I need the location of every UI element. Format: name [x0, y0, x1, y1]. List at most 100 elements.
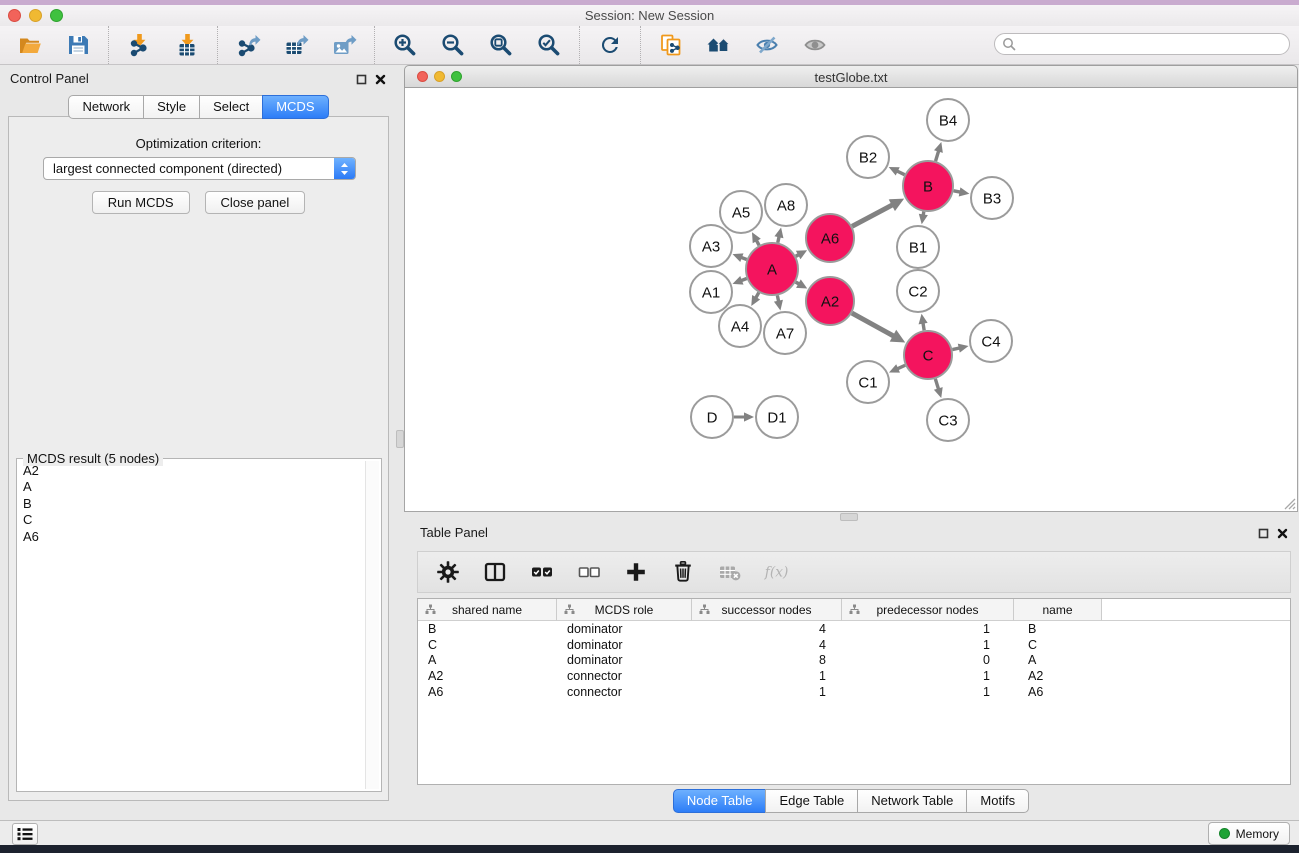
result-scrollbar[interactable] — [365, 461, 379, 789]
close-panel-button[interactable]: Close panel — [205, 191, 306, 214]
table-cell[interactable]: 1 — [842, 669, 1014, 683]
toolbar-group — [108, 26, 217, 64]
tab-motifs[interactable]: Motifs — [966, 789, 1029, 813]
table-panel-float-icon[interactable] — [1257, 527, 1270, 540]
add-column-button[interactable] — [623, 559, 649, 585]
table-cell[interactable]: C — [1014, 638, 1102, 652]
mcds-result-item[interactable]: C — [19, 512, 365, 528]
horizontal-split-divider[interactable] — [403, 512, 1299, 520]
toolbar-group — [579, 26, 640, 64]
table-cell[interactable]: dominator — [557, 622, 692, 636]
tab-network[interactable]: Network — [68, 95, 144, 119]
save-session-button[interactable] — [64, 31, 92, 59]
hide-selected-button[interactable] — [753, 31, 781, 59]
run-mcds-button[interactable]: Run MCDS — [92, 191, 190, 214]
table-cell[interactable]: 1 — [842, 622, 1014, 636]
table-cell[interactable]: dominator — [557, 653, 692, 667]
export-table-button[interactable] — [282, 31, 310, 59]
status-bar: Memory — [0, 820, 1299, 845]
table-cell[interactable]: 1 — [692, 685, 842, 699]
table-cell[interactable]: 1 — [842, 685, 1014, 699]
column-header-successor-nodes[interactable]: successor nodes — [692, 599, 842, 621]
import-table-icon — [173, 33, 201, 57]
table-cell[interactable]: connector — [557, 685, 692, 699]
export-network-button[interactable] — [234, 31, 262, 59]
vertical-split-divider[interactable] — [395, 65, 403, 818]
deselect-all-rows-button[interactable] — [576, 559, 602, 585]
column-header-name[interactable]: name — [1014, 599, 1102, 621]
tab-select[interactable]: Select — [199, 95, 263, 119]
export-image-button[interactable] — [330, 31, 358, 59]
apply-layout-button[interactable] — [596, 31, 624, 59]
table-row[interactable]: A2connector11A2 — [418, 668, 1290, 684]
table-cell[interactable]: A6 — [1014, 685, 1102, 699]
mcds-result-item[interactable]: B — [19, 496, 365, 512]
first-neighbors-button[interactable] — [705, 31, 733, 59]
divider-grip[interactable] — [396, 430, 404, 448]
table-cell[interactable]: 8 — [692, 653, 842, 667]
column-header-shared-name[interactable]: shared name — [418, 599, 557, 621]
table-row[interactable]: Bdominator41B — [418, 621, 1290, 637]
show-all-button[interactable] — [801, 31, 829, 59]
table-row[interactable]: Cdominator41C — [418, 637, 1290, 653]
zoom-fit-button[interactable] — [487, 31, 515, 59]
function-builder-button[interactable]: f(x) — [764, 559, 790, 585]
table-cell[interactable]: A2 — [1014, 669, 1102, 683]
table-cell[interactable]: B — [1014, 622, 1102, 636]
table-row[interactable]: Adominator80A — [418, 653, 1290, 669]
table-cell[interactable]: 0 — [842, 653, 1014, 667]
table-settings-button[interactable] — [435, 559, 461, 585]
zoom-out-button[interactable] — [439, 31, 467, 59]
search-box[interactable] — [994, 33, 1290, 55]
tab-edge-table[interactable]: Edge Table — [765, 789, 858, 813]
search-input[interactable] — [1016, 37, 1289, 51]
select-all-rows-button[interactable] — [529, 559, 555, 585]
control-panel-float-icon[interactable] — [355, 73, 368, 86]
table-cell[interactable]: A — [418, 653, 557, 667]
optimization-criterion-dropdown[interactable]: largest connected component (directed) — [43, 157, 356, 180]
import-network-button[interactable] — [125, 31, 153, 59]
table-cell[interactable]: C — [418, 638, 557, 652]
mcds-result-item[interactable]: A6 — [19, 529, 365, 545]
graph-edge-A6-B[interactable] — [852, 204, 893, 226]
graph-node-label: A8 — [777, 197, 795, 214]
table-cell[interactable]: B — [418, 622, 557, 636]
mcds-result-item[interactable]: A2 — [19, 463, 365, 479]
table-cell[interactable]: 4 — [692, 638, 842, 652]
table-cell[interactable]: 4 — [692, 622, 842, 636]
zoom-selected-button[interactable] — [535, 31, 563, 59]
table-cell[interactable]: 1 — [842, 638, 1014, 652]
table-cell[interactable]: 1 — [692, 669, 842, 683]
memory-button[interactable]: Memory — [1208, 822, 1290, 845]
tab-node-table[interactable]: Node Table — [673, 789, 767, 813]
zoom-in-button[interactable] — [391, 31, 419, 59]
column-header-predecessor-nodes[interactable]: predecessor nodes — [842, 599, 1014, 621]
import-table-button[interactable] — [173, 31, 201, 59]
table-cell[interactable]: connector — [557, 669, 692, 683]
network-window-titlebar[interactable]: testGlobe.txt — [404, 65, 1298, 88]
network-overview-button[interactable] — [657, 31, 685, 59]
delete-column-button[interactable] — [670, 559, 696, 585]
edge-arrowhead-icon — [733, 253, 744, 262]
table-cell[interactable]: A — [1014, 653, 1102, 667]
column-header-mcds-role[interactable]: MCDS role — [557, 599, 692, 621]
table-row[interactable]: A6connector11A6 — [418, 684, 1290, 700]
mcds-result-item[interactable]: A — [19, 479, 365, 495]
resize-grip-icon[interactable] — [1283, 497, 1296, 510]
control-panel-close-icon[interactable] — [374, 73, 387, 86]
split-panel-button[interactable] — [482, 559, 508, 585]
table-panel-close-icon[interactable] — [1276, 527, 1289, 540]
toolbar-group — [374, 26, 579, 64]
network-canvas[interactable]: B4B2BB3A8A5A6B1A3AC2A1A2A4A7C4CC1C3DD1 — [404, 88, 1298, 512]
divider-grip[interactable] — [840, 513, 858, 521]
table-cell[interactable]: A6 — [418, 685, 557, 699]
open-file-button[interactable] — [16, 31, 44, 59]
table-cell[interactable]: dominator — [557, 638, 692, 652]
tab-network-table[interactable]: Network Table — [857, 789, 967, 813]
table-cell[interactable]: A2 — [418, 669, 557, 683]
delete-table-button[interactable] — [717, 559, 743, 585]
tab-mcds[interactable]: MCDS — [262, 95, 328, 119]
show-panels-button[interactable] — [12, 823, 38, 845]
tab-style[interactable]: Style — [143, 95, 200, 119]
graph-edge-A2-C[interactable] — [852, 313, 895, 337]
